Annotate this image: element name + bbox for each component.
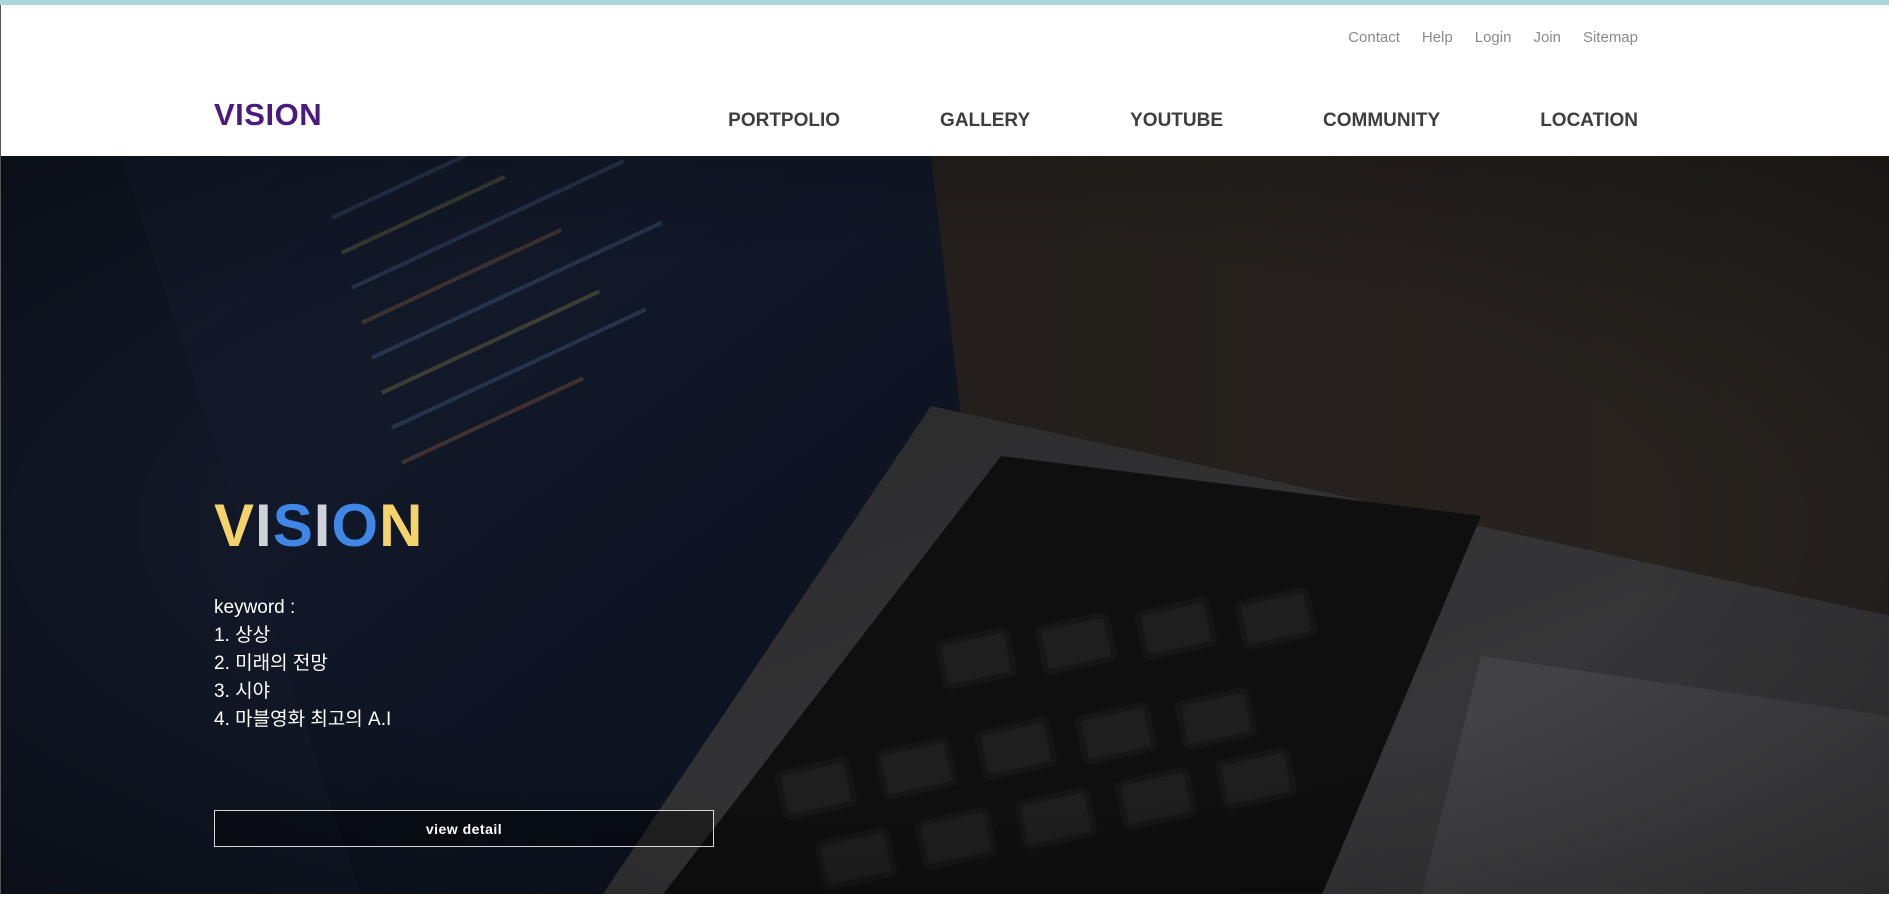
hero-title-letter: V [214,492,256,559]
site-logo[interactable]: VISION [214,97,322,133]
keyword-item: 2. 미래의 전망 [214,653,328,674]
hero-title-letter: I [255,492,273,559]
nav-item-gallery[interactable]: GALLERY [940,110,1030,132]
util-link-login[interactable]: Login [1475,29,1512,46]
hero-title: V I S I O N [214,496,423,556]
hero-content: V I S I O N keyword : 1. 상상 2. 미래의 전망 3.… [214,496,423,734]
util-link-contact[interactable]: Contact [1348,29,1400,46]
keyword-item: 1. 상상 [214,625,271,646]
site-header: Contact Help Login Join Sitemap VISION P… [0,5,1889,156]
nav-item-youtube[interactable]: YOUTUBE [1130,110,1223,132]
util-link-join[interactable]: Join [1533,29,1561,46]
keyword-item: 3. 시야 [214,681,271,702]
nav-item-portpolio[interactable]: PORTPOLIO [728,110,840,132]
util-link-sitemap[interactable]: Sitemap [1583,29,1638,46]
nav-item-location[interactable]: LOCATION [1540,110,1638,132]
hero-title-letter: I [313,492,332,559]
utility-nav: Contact Help Login Join Sitemap [1348,29,1638,46]
keyword-item: 4. 마블영화 최고의 A.I [214,709,392,730]
nav-item-community[interactable]: COMMUNITY [1323,110,1440,132]
hero-title-letter: S [272,492,314,559]
keyword-heading: keyword : [214,597,296,618]
view-detail-button[interactable]: view detail [214,810,714,847]
hero-banner: V I S I O N keyword : 1. 상상 2. 미래의 전망 3.… [0,156,1889,897]
hero-title-letter: N [379,492,424,559]
hero-title-letter: O [331,492,380,559]
keyword-list: keyword : 1. 상상 2. 미래의 전망 3. 시야 4. 마블영화 … [214,594,423,734]
main-nav: PORTPOLIO GALLERY YOUTUBE COMMUNITY LOCA… [728,110,1638,132]
util-link-help[interactable]: Help [1422,29,1453,46]
